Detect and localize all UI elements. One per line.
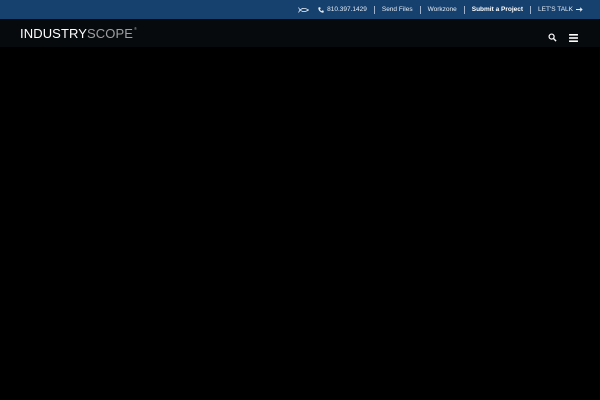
divider [530, 5, 532, 14]
ichthys-fish-icon [298, 6, 310, 13]
lets-talk-label: LET'S TALK [538, 6, 573, 13]
lets-talk-link[interactable]: LET'S TALK [538, 6, 583, 13]
site-header: INDUSTRY SCOPE ® [0, 19, 600, 47]
phone-icon [318, 6, 324, 13]
phone-number: 810.397.1429 [327, 6, 367, 13]
phone-link[interactable]: 810.397.1429 [318, 6, 367, 13]
arrow-right-icon [576, 7, 583, 12]
divider [463, 5, 465, 14]
logo-text-scope: SCOPE [87, 25, 134, 41]
industryscope-logo[interactable]: INDUSTRY SCOPE ® [20, 25, 138, 41]
divider [419, 5, 421, 14]
submit-project-link[interactable]: Submit a Project [472, 6, 523, 13]
logo-registered-mark: ® [134, 25, 138, 31]
divider [373, 5, 375, 14]
search-icon[interactable] [548, 29, 557, 42]
utility-bar: 810.397.1429 Send Files Workzone Submit … [0, 0, 600, 19]
workzone-link[interactable]: Workzone [428, 6, 457, 13]
hero-area [0, 47, 600, 400]
send-files-link[interactable]: Send Files [382, 6, 413, 13]
hamburger-menu-icon[interactable] [569, 29, 578, 42]
logo-text-industry: INDUSTRY [20, 25, 88, 41]
